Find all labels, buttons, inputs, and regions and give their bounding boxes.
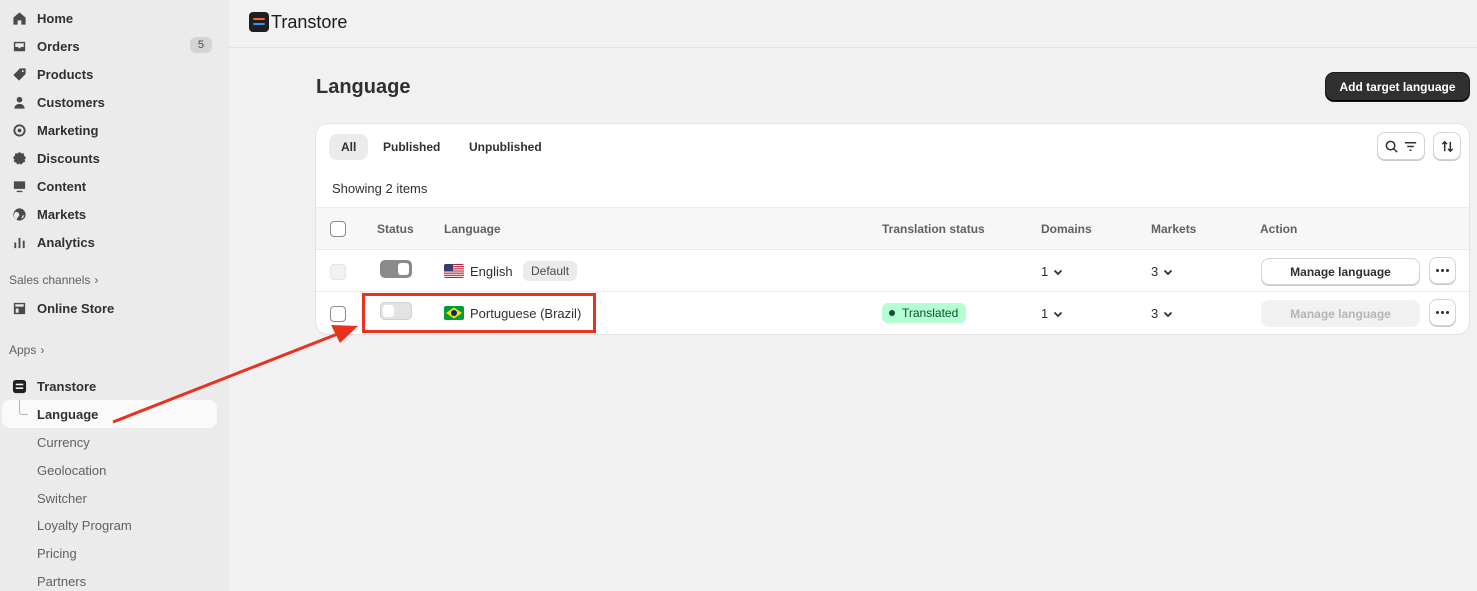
home-icon — [11, 10, 27, 26]
orders-count-badge: 5 — [189, 37, 212, 53]
nav-markets[interactable]: Markets — [0, 200, 217, 228]
item-count-text: Showing 2 items — [332, 181, 428, 196]
nav-products[interactable]: Products — [0, 60, 217, 88]
chevron-down-icon — [1054, 311, 1063, 317]
app-title: Transtore — [271, 12, 348, 32]
nav-label: Customers — [37, 94, 105, 110]
column-header-translation-status: Translation status — [882, 222, 985, 236]
ellipsis-icon — [1436, 311, 1449, 314]
nav-label: Marketing — [37, 122, 99, 138]
table-row-english: English Default 1 3 Manage language — [316, 250, 1469, 292]
subnav-currency[interactable]: Currency — [37, 435, 90, 450]
nav-label: Discounts — [37, 150, 100, 166]
subnav-partners[interactable]: Partners — [37, 574, 86, 589]
chevron-right-icon: › — [40, 343, 45, 357]
search-filter-button[interactable] — [1377, 132, 1425, 160]
discount-icon — [11, 150, 27, 166]
nav-label: Markets — [37, 206, 87, 222]
tree-connector — [19, 400, 28, 415]
column-header-action: Action — [1260, 222, 1298, 236]
nav-orders[interactable]: Orders 5 — [0, 32, 217, 60]
markets-dropdown[interactable]: 3 — [1151, 264, 1174, 279]
column-header-domains: Domains — [1041, 222, 1092, 236]
nav-transtore[interactable]: Transtore — [0, 372, 217, 400]
nav-label: Products — [37, 66, 94, 82]
subnav-switcher[interactable]: Switcher — [37, 491, 87, 506]
chart-icon — [11, 234, 27, 250]
sales-channels-heading[interactable]: Sales channels › — [9, 273, 98, 287]
column-header-language: Language — [444, 222, 501, 236]
sort-button[interactable] — [1433, 132, 1461, 160]
sort-icon — [1441, 140, 1453, 152]
manage-language-button[interactable]: Manage language — [1261, 258, 1420, 285]
more-actions-button[interactable] — [1429, 257, 1456, 284]
tag-icon — [11, 66, 27, 82]
annotation-highlight-box — [362, 293, 596, 333]
column-header-markets: Markets — [1151, 222, 1197, 236]
search-icon — [1385, 140, 1398, 153]
more-actions-button[interactable] — [1429, 299, 1456, 326]
ellipsis-icon — [1436, 269, 1449, 272]
publish-toggle[interactable] — [380, 260, 412, 278]
transtore-app-icon — [11, 378, 27, 394]
subnav-loyalty-program[interactable]: Loyalty Program — [37, 518, 132, 533]
nav-label: Transtore — [37, 378, 97, 394]
target-icon — [11, 122, 27, 138]
app-header: Transtore — [229, 0, 1477, 48]
row-checkbox — [330, 264, 346, 280]
manage-language-button-disabled: Manage language — [1261, 300, 1420, 327]
nav-content[interactable]: Content — [0, 172, 217, 200]
chevron-down-icon — [1054, 269, 1063, 275]
nav-label: Analytics — [37, 234, 95, 250]
language-name: English — [470, 264, 513, 279]
us-flag-icon — [444, 264, 464, 278]
apps-heading[interactable]: Apps › — [9, 343, 44, 357]
default-badge: Default — [523, 261, 578, 281]
subnav-language[interactable]: Language — [2, 400, 217, 428]
nav-label: Home — [37, 10, 74, 26]
domains-dropdown[interactable]: 1 — [1041, 264, 1064, 279]
tab-all[interactable]: All — [329, 134, 369, 160]
table-header: Status Language Translation status Domai… — [316, 207, 1469, 250]
transtore-logo-icon — [249, 12, 269, 32]
chevron-down-icon — [1164, 311, 1173, 317]
person-icon — [11, 94, 27, 110]
chevron-right-icon: › — [94, 273, 99, 287]
filter-icon — [1404, 141, 1417, 151]
select-all-checkbox[interactable] — [330, 221, 346, 237]
row-checkbox[interactable] — [330, 306, 346, 322]
page-title: Language — [316, 76, 411, 98]
markets-dropdown[interactable]: 3 — [1151, 306, 1174, 321]
nav-customers[interactable]: Customers — [0, 88, 217, 116]
nav-discounts[interactable]: Discounts — [0, 144, 217, 172]
sidebar: Home Orders 5 Products Customers Marketi… — [0, 0, 229, 591]
status-dot-icon — [889, 310, 895, 316]
translation-status-badge: Translated — [882, 303, 967, 323]
store-icon — [11, 300, 27, 316]
content-icon — [11, 178, 27, 194]
nav-online-store[interactable]: Online Store — [0, 294, 217, 322]
nav-label: Content — [37, 178, 87, 194]
subnav-pricing[interactable]: Pricing — [37, 546, 77, 561]
add-target-language-button[interactable]: Add target language — [1326, 73, 1469, 101]
chevron-down-icon — [1164, 269, 1173, 275]
orders-icon — [11, 38, 27, 54]
domains-dropdown[interactable]: 1 — [1041, 306, 1064, 321]
nav-home[interactable]: Home — [0, 4, 217, 32]
subnav-geolocation[interactable]: Geolocation — [37, 463, 106, 478]
nav-marketing[interactable]: Marketing — [0, 116, 217, 144]
tab-published[interactable]: Published — [371, 134, 452, 160]
globe-icon — [11, 206, 27, 222]
nav-label: Orders — [37, 38, 80, 54]
column-header-status: Status — [377, 222, 414, 236]
nav-label: Online Store — [37, 300, 115, 316]
tab-unpublished[interactable]: Unpublished — [457, 134, 554, 160]
nav-analytics[interactable]: Analytics — [0, 228, 217, 256]
